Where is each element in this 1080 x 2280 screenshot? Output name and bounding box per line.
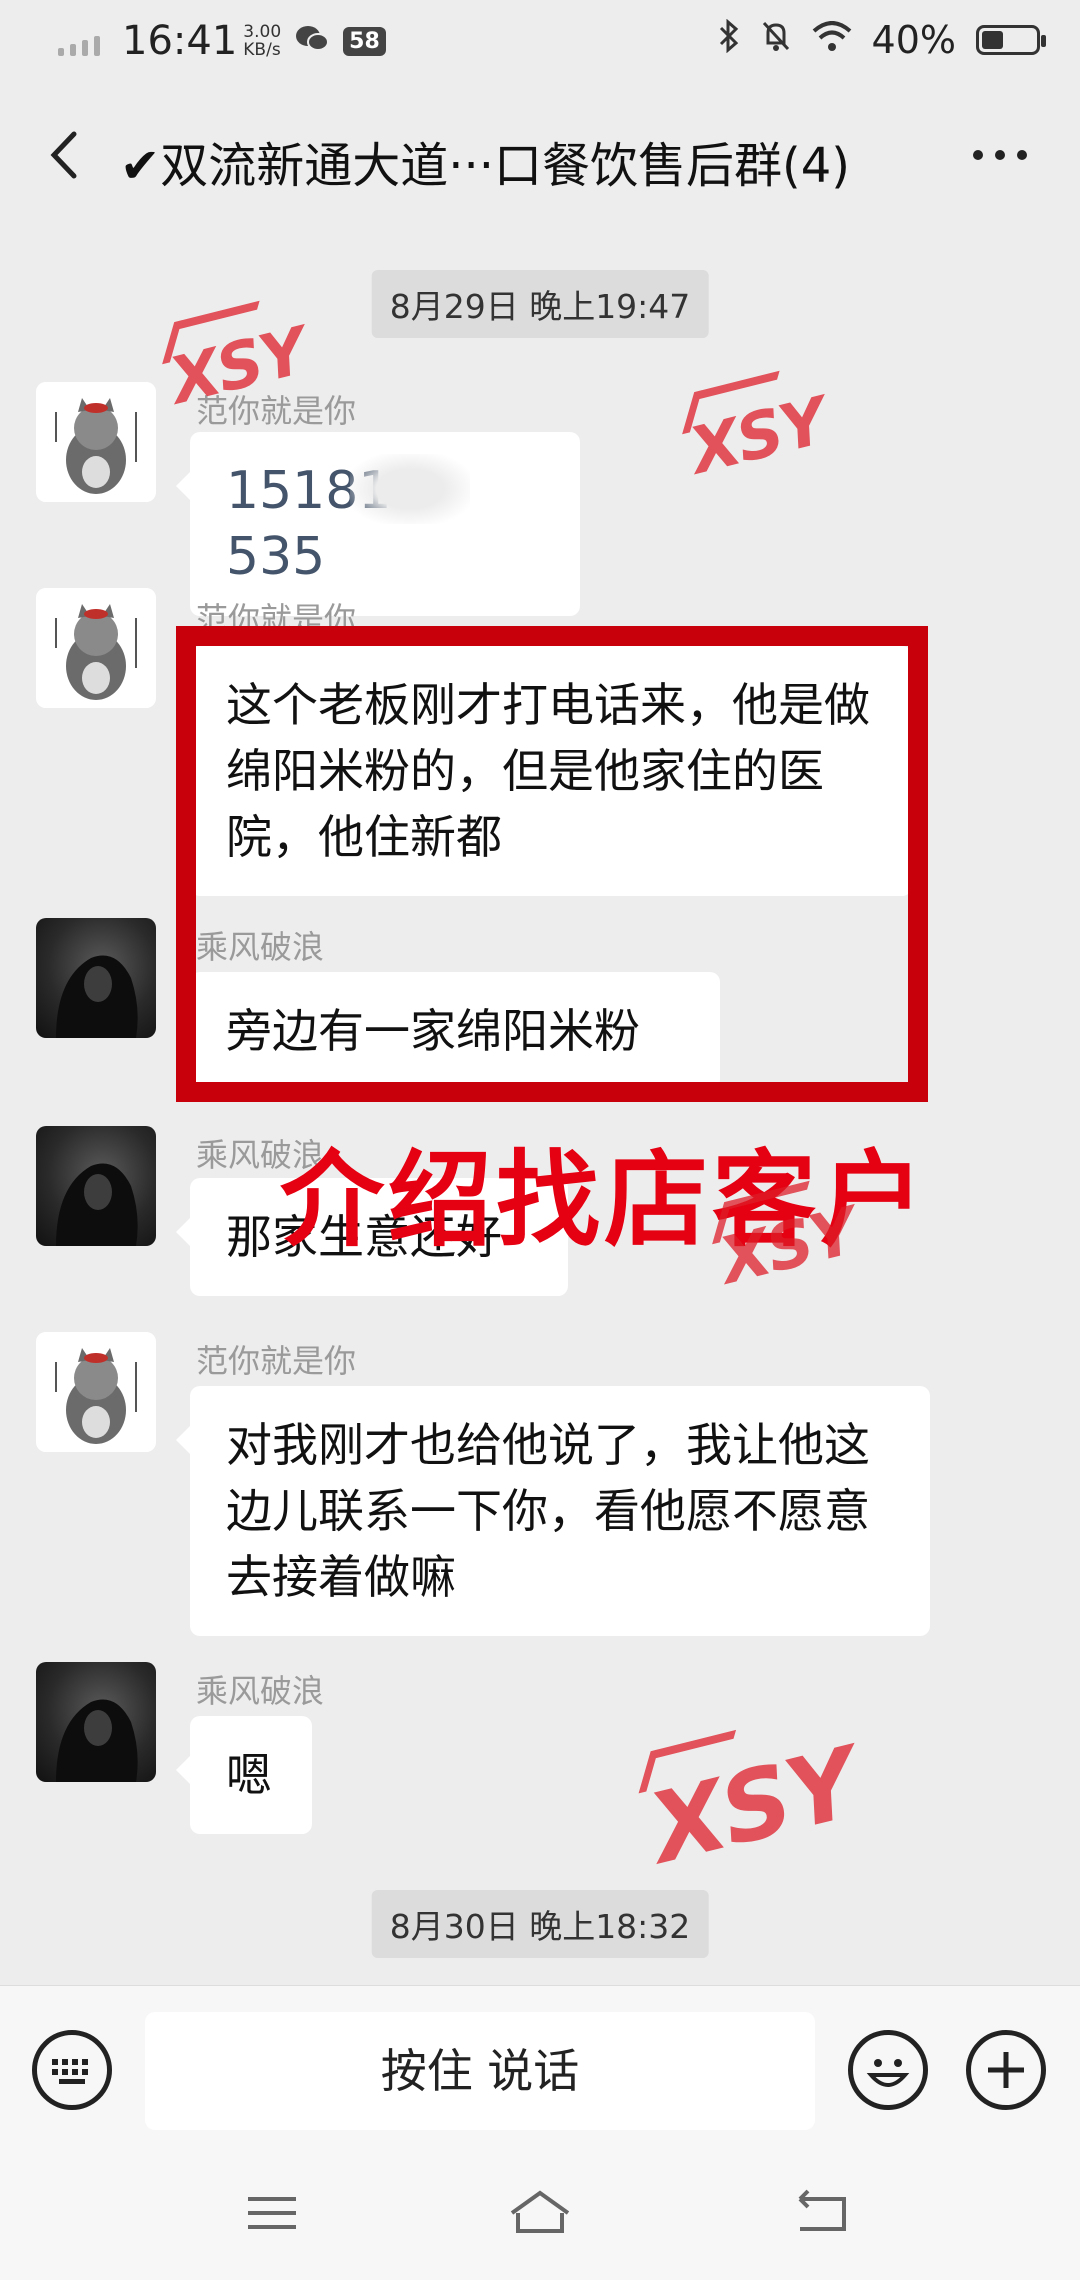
hooded-person-avatar-icon	[56, 1163, 138, 1246]
message-bubble[interactable]: 这个老板刚才打电话来，他是做绵阳米粉的，但是他家住的医院，他住新都	[176, 646, 912, 896]
message-bubble[interactable]: 嗯	[176, 1716, 312, 1834]
home-icon	[510, 2190, 570, 2233]
message-text: 嗯	[226, 1748, 272, 1802]
battery-icon	[976, 25, 1046, 55]
group-title: ✔双流新通大道···口餐饮售后群(4)	[120, 138, 850, 194]
message-text: 旁边有一家绵阳米粉	[226, 1004, 640, 1058]
message-text: 这个老板刚才打电话来，他是做绵阳米粉的，但是他家住的医院，他住新都	[226, 678, 870, 864]
more-dots-icon	[973, 150, 1027, 160]
cat-avatar-icon	[36, 382, 156, 502]
cat-avatar-icon	[36, 1332, 156, 1452]
avatar[interactable]	[36, 588, 156, 708]
message-list[interactable]: 8月29日 晚上19:47 范你就是你 15181535 范你就是你 这个老板刚…	[0, 210, 1080, 1980]
wifi-icon	[812, 18, 852, 62]
chat-screen: 16:41 3.00 KB/s 58 40% ✔双流新通大道···口餐饮售后群(…	[0, 0, 1080, 2280]
emoji-button[interactable]	[848, 2030, 928, 2110]
bluetooth-icon	[718, 18, 740, 62]
avatar[interactable]	[36, 918, 156, 1038]
notification-badge: 58	[343, 26, 386, 56]
cat-avatar-icon	[36, 588, 156, 708]
avatar[interactable]	[36, 382, 156, 502]
sender-name: 乘风破浪	[196, 928, 325, 966]
battery-percent: 40%	[871, 18, 956, 62]
message-text: 对我刚才也给他说了，我让他这边儿联系一下你，看他愿不愿意去接着做嘛	[226, 1418, 870, 1604]
keyboard-toggle-button[interactable]	[32, 2030, 112, 2110]
menu-icon	[248, 2197, 296, 2229]
menu-nav-button[interactable]	[240, 2185, 304, 2241]
hooded-person-avatar-icon	[56, 955, 138, 1038]
message-bubble[interactable]: 对我刚才也给他说了，我让他这边儿联系一下你，看他愿不愿意去接着做嘛	[176, 1386, 930, 1636]
avatar[interactable]	[36, 1332, 156, 1452]
back-arrow-icon	[798, 2189, 846, 2231]
timestamp: 8月29日 晚上19:47	[371, 270, 709, 338]
wechat-icon	[295, 19, 330, 63]
watermark-logo: XSY	[713, 1194, 863, 1300]
keyboard-icon	[52, 2059, 88, 2084]
sender-name: 乘风破浪	[196, 1672, 325, 1710]
message-bubble[interactable]: 15181535	[176, 432, 580, 616]
smiley-icon	[866, 2059, 910, 2087]
mute-bell-icon	[760, 18, 792, 62]
watermark-logo: XSY	[683, 384, 833, 490]
chat-header: ✔双流新通大道···口餐饮售后群(4)	[0, 100, 1080, 210]
timestamp: 8月30日 晚上18:32	[371, 1890, 709, 1958]
watermark-logo: XSY	[639, 1726, 868, 1886]
sender-name: 范你就是你	[196, 1342, 357, 1380]
sender-name: 范你就是你	[196, 600, 357, 638]
input-bar: 按住 说话	[0, 1985, 1080, 2156]
more-button[interactable]	[970, 130, 1030, 180]
message-bubble[interactable]: 旁边有一家绵阳米粉	[176, 972, 720, 1090]
hold-to-talk-button[interactable]: 按住 说话	[145, 2012, 815, 2130]
system-nav-bar	[0, 2155, 1080, 2280]
hooded-person-avatar-icon	[56, 1699, 138, 1782]
status-bar: 16:41 3.00 KB/s 58 40%	[0, 0, 1080, 88]
avatar[interactable]	[36, 1662, 156, 1782]
back-button[interactable]	[36, 120, 96, 190]
message-text: 535	[226, 527, 326, 587]
back-nav-button[interactable]	[790, 2185, 854, 2241]
plus-icon	[988, 2052, 1024, 2088]
net-speed: 3.00 KB/s	[243, 22, 282, 60]
signal-icon	[58, 26, 106, 56]
avatar[interactable]	[36, 1126, 156, 1246]
blurred-digits	[350, 454, 470, 524]
home-nav-button[interactable]	[508, 2185, 572, 2241]
more-functions-button[interactable]	[966, 2030, 1046, 2110]
chevron-left-icon	[50, 131, 77, 179]
status-time: 16:41	[122, 18, 238, 64]
